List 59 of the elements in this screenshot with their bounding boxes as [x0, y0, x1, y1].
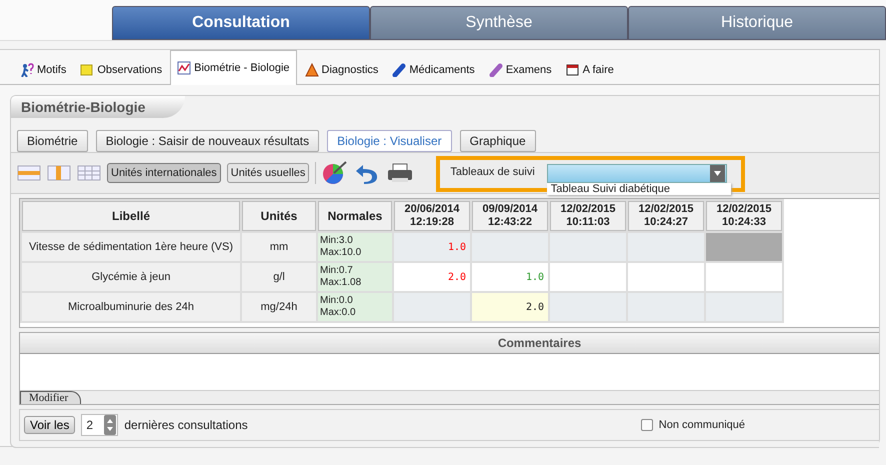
- dropdown-option[interactable]: Tableau Suivi diabétique: [550, 183, 727, 195]
- column-header: Libellé: [22, 201, 240, 231]
- printer-icon[interactable]: [386, 161, 414, 185]
- table-cell: 1.0: [394, 233, 470, 261]
- column-header: Normales: [318, 201, 392, 231]
- table-cell: mm: [242, 233, 316, 261]
- column-header: 12/02/2015 10:24:33: [706, 201, 782, 231]
- edit-tab[interactable]: Modifier: [20, 391, 82, 404]
- column-header: 12/02/2015 10:24:27: [628, 201, 704, 231]
- tab[interactable]: Biométrie - Biologie: [170, 50, 297, 85]
- view-button[interactable]: Graphique: [460, 130, 536, 152]
- show-button[interactable]: Voir les: [24, 416, 76, 434]
- column-header: 12/02/2015 10:11:03: [550, 201, 626, 231]
- view-button[interactable]: Biologie : Saisir de nouveaux résultats: [96, 130, 320, 152]
- table-cell: Min:3.0 Max:10.0: [318, 233, 392, 261]
- column-header: 20/06/2014 12:19:28: [394, 201, 470, 231]
- column-header: 09/09/2014 12:43:22: [472, 201, 548, 231]
- count-spinner[interactable]: 2: [81, 414, 118, 436]
- unit-button[interactable]: Unités internationales: [107, 163, 221, 183]
- pill-icon: [392, 63, 406, 77]
- comments-header: Commentaires: [20, 333, 879, 354]
- person-icon: [20, 63, 34, 77]
- view-button[interactable]: Biologie : Visualiser: [327, 130, 452, 152]
- table-cell: Microalbuminurie des 24h: [22, 293, 240, 321]
- table-cell: g/l: [242, 263, 316, 291]
- table-cell: Vitesse de sédimentation 1ère heure (VS): [22, 233, 240, 261]
- column-layout-icon[interactable]: [47, 164, 71, 182]
- table-cell: 1.0: [472, 263, 548, 291]
- checkbox[interactable]: [640, 419, 653, 431]
- pill-icon: [488, 63, 503, 77]
- unit-button[interactable]: Unités usuelles: [226, 163, 310, 183]
- tab[interactable]: Examens: [482, 56, 558, 84]
- tab[interactable]: Diagnostics: [298, 56, 384, 84]
- tab[interactable]: Médicaments: [386, 56, 481, 84]
- stepper-icon: [104, 415, 116, 435]
- grid-icon[interactable]: [77, 164, 101, 182]
- color-palette-icon[interactable]: [322, 161, 348, 185]
- view-button[interactable]: Biométrie: [17, 130, 88, 152]
- field-label: Tableaux de suivi: [450, 165, 535, 178]
- panel-title: Biométrie-Biologie: [11, 96, 186, 118]
- table-cell: mg/24h: [242, 293, 316, 321]
- tab[interactable]: Motifs: [14, 56, 72, 84]
- tab[interactable]: A faire: [560, 56, 620, 84]
- table-cell: 2.0: [472, 293, 548, 321]
- footer-label: dernières consultations: [124, 418, 248, 432]
- row-layout-icon[interactable]: [17, 164, 41, 182]
- table-cell: Glycémie à jeun: [22, 263, 240, 291]
- column-header: Unités: [242, 201, 316, 231]
- note-icon: [80, 63, 94, 77]
- table-cell: 2.0: [394, 263, 470, 291]
- tab[interactable]: Consultation: [112, 6, 370, 40]
- table-cell: Min:0.0 Max:0.0: [318, 293, 392, 321]
- warning-icon: [304, 63, 319, 77]
- checkbox-label: Non communiqué: [658, 419, 745, 431]
- table-cell: Min:0.7 Max:1.08: [318, 263, 392, 291]
- chart-icon: [177, 61, 192, 75]
- tab[interactable]: Observations: [74, 56, 168, 84]
- dropdown[interactable]: [546, 164, 727, 183]
- calendar-icon: [566, 63, 580, 77]
